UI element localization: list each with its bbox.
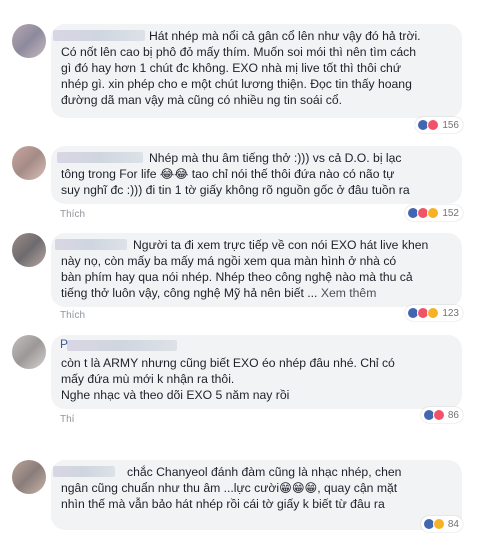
comment-bubble: Người ta đi xem trực tiếp về con nói EXO… (51, 233, 462, 307)
reaction-summary[interactable]: 152 (405, 205, 463, 221)
haha-icon (427, 207, 440, 219)
reaction-count: 84 (447, 518, 459, 530)
comment-bubble: P còn t là ARMY nhưng cũng biết EXO éo n… (51, 335, 462, 409)
reaction-summary[interactable]: 123 (405, 305, 463, 321)
like-link[interactable]: Thích (60, 209, 85, 220)
reaction-count: 123 (442, 307, 459, 319)
avatar[interactable] (12, 335, 46, 369)
reaction-count: 152 (442, 207, 459, 219)
comment-text: chắc Chanyeol đánh đàm cũng là nhạc nhép… (61, 465, 402, 511)
haha-icon (427, 307, 440, 319)
like-link[interactable]: Thích (60, 310, 85, 321)
comment-text: Nhép mà thu âm tiếng thở :))) vs cả D.O.… (61, 151, 410, 197)
avatar[interactable] (12, 146, 46, 180)
reaction-summary[interactable]: 86 (420, 407, 463, 423)
author-name-blurred[interactable] (67, 340, 177, 351)
comment-text: còn t là ARMY nhưng cũng biết EXO éo nhé… (61, 356, 395, 402)
reaction-summary[interactable]: 156 (415, 117, 463, 133)
reaction-count: 156 (442, 119, 459, 131)
reaction-summary[interactable]: 84 (420, 516, 463, 532)
comment-bubble: Hát nhép mà nổi cả gân cổ lên như vậy đó… (51, 24, 462, 118)
avatar[interactable] (12, 233, 46, 267)
love-icon (432, 409, 445, 421)
author-initial: P (60, 337, 69, 351)
reaction-count: 86 (447, 409, 459, 421)
love-icon (427, 119, 440, 131)
haha-icon (432, 518, 445, 530)
like-link[interactable]: Thí (60, 414, 74, 425)
see-more-link[interactable]: Xem thêm (321, 286, 377, 300)
avatar[interactable] (12, 24, 46, 58)
comment-bubble: chắc Chanyeol đánh đàm cũng là nhạc nhép… (51, 460, 462, 530)
avatar[interactable] (12, 460, 46, 494)
comment-bubble: Nhép mà thu âm tiếng thở :))) vs cả D.O.… (51, 146, 462, 204)
comment-text: Người ta đi xem trực tiếp về con nói EXO… (61, 237, 454, 301)
comment-text: Hát nhép mà nổi cả gân cổ lên như vậy đó… (61, 29, 421, 107)
